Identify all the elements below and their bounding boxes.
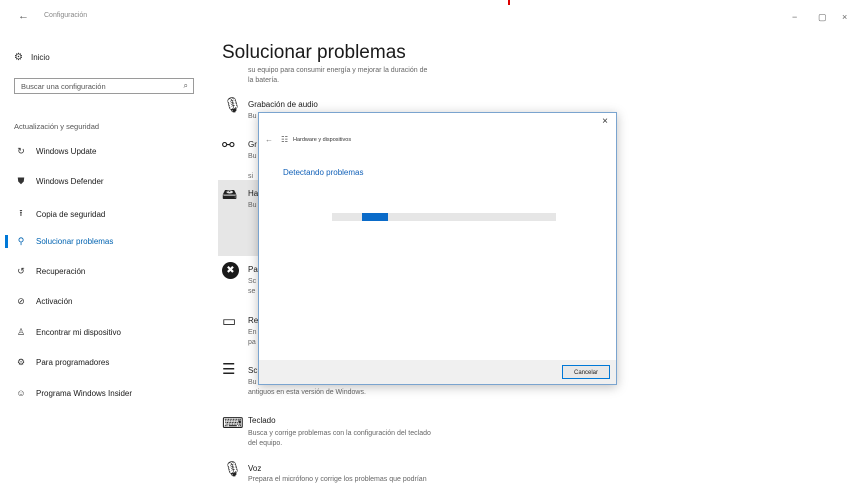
video-icon: ▭	[222, 313, 237, 330]
microphone-icon: 🎙	[223, 97, 243, 114]
microphone-icon: 🎙	[223, 461, 243, 478]
description-line: si	[248, 173, 254, 180]
dialog-title: Hardware y dispositivos	[293, 137, 352, 143]
nav-home[interactable]: ⚙ Inicio	[14, 52, 50, 63]
keyboard-icon: ⌨	[222, 415, 244, 432]
maximize-button[interactable]: ▢	[818, 12, 827, 23]
progress-indicator	[362, 213, 388, 221]
list-item-title[interactable]: Gr	[248, 140, 257, 149]
sidebar-item-label: Copia de seguridad	[36, 209, 106, 219]
sidebar-item-label: Encontrar mi dispositivo	[36, 328, 121, 337]
blocked-icon: ✖	[222, 262, 239, 279]
list-icon: ☰	[222, 361, 236, 378]
description-line: se	[248, 288, 256, 295]
page-title: Solucionar problemas	[222, 42, 406, 63]
title-bar: ← Configuración − ▢ ×	[0, 0, 857, 34]
description-line: la batería.	[248, 77, 280, 84]
list-item-title[interactable]: Ha	[248, 189, 258, 198]
description-line	[248, 162, 257, 172]
progress-bar	[332, 213, 556, 221]
list-item-title[interactable]: Grabación de audio	[248, 100, 318, 109]
section-title: Actualización y seguridad	[14, 122, 100, 131]
list-item-desc: Bu si	[248, 152, 257, 182]
description-line: del equipo.	[248, 440, 283, 447]
sidebar-item-label: Windows Update	[36, 147, 97, 156]
back-arrow-icon[interactable]: ←	[18, 10, 29, 22]
list-item-desc: En pa	[248, 328, 257, 348]
minimize-button[interactable]: −	[792, 12, 797, 22]
dialog-close-button[interactable]: ×	[602, 116, 608, 127]
sidebar-item-label: Windows Defender	[36, 177, 104, 186]
sidebar-item-windows-defender[interactable]: ⛊ Windows Defender	[14, 176, 104, 187]
developer-icon: ⚙	[16, 357, 26, 367]
sidebar-item-insider[interactable]: ☺ Programa Windows Insider	[14, 388, 132, 398]
description-line: pa	[248, 339, 256, 346]
sidebar-item-label: Para programadores	[36, 358, 110, 367]
dialog-footer: Cancelar	[259, 360, 616, 384]
description-line: Busca y corrige problemas con la configu…	[248, 430, 431, 437]
list-item-title[interactable]: Sc	[248, 366, 257, 375]
troubleshooter-app-icon: ☷	[281, 135, 289, 144]
network-icon: ⚯	[222, 137, 235, 154]
sidebar-item-developers[interactable]: ⚙ Para programadores	[14, 357, 109, 368]
backup-icon: ⭱	[19, 208, 23, 218]
partial-description: su equipo para consumir energía y mejora…	[248, 66, 427, 86]
hardware-icon: 🖴	[222, 186, 238, 203]
description-line: Sc	[248, 278, 257, 285]
insider-icon: ☺	[16, 388, 26, 398]
list-item-desc: Busca y corrige problemas con la configu…	[248, 429, 431, 449]
list-item-desc: Prepara el micrófono y corrige los probl…	[248, 476, 427, 483]
sidebar-item-recovery[interactable]: ↺ Recuperación	[14, 266, 85, 277]
sidebar-item-activation[interactable]: ⊘ Activación	[14, 296, 72, 307]
list-item-desc: Bu	[248, 202, 257, 209]
search-input[interactable]: Buscar una configuración ⌕	[14, 78, 194, 94]
active-indicator	[5, 235, 8, 248]
sidebar-item-backup[interactable]: ⭱ Copia de seguridad	[14, 206, 105, 222]
list-item-title[interactable]: Pa	[248, 265, 258, 274]
list-item-title[interactable]: Teclado	[248, 416, 276, 425]
nav-home-label: Inicio	[30, 53, 50, 62]
person-pin-icon: ♙	[16, 327, 26, 337]
list-item-desc: Sc se	[248, 277, 256, 297]
sidebar-item-label: Recuperación	[36, 267, 86, 276]
red-marker	[508, 0, 510, 5]
sidebar-item-find-device[interactable]: ♙ Encontrar mi dispositivo	[14, 327, 121, 338]
window-title: Configuración	[44, 12, 88, 19]
check-circle-icon: ⊘	[17, 296, 25, 306]
dialog-back-icon[interactable]: ←	[265, 135, 273, 144]
search-icon[interactable]: ⌕	[184, 81, 188, 91]
sidebar-item-label: Solucionar problemas	[36, 237, 114, 246]
description-line: Bu	[248, 153, 257, 160]
cancel-button[interactable]: Cancelar	[562, 365, 610, 379]
search-placeholder: Buscar una configuración	[21, 82, 106, 91]
description-line: antiguos en esta versión de Windows.	[248, 389, 366, 396]
refresh-icon: ↻	[17, 146, 25, 156]
shield-icon: ⛊	[17, 176, 25, 186]
sidebar-item-label: Activación	[36, 297, 73, 306]
history-icon: ↺	[17, 266, 25, 276]
gear-icon: ⚙	[14, 52, 23, 63]
dialog-status: Detectando problemas	[283, 168, 364, 177]
list-item-desc: Bu	[248, 113, 257, 120]
list-item-title[interactable]: Voz	[248, 464, 261, 473]
wrench-icon: ⚲	[17, 236, 25, 246]
troubleshooter-dialog: × ← ☷ Hardware y dispositivos Detectando…	[258, 112, 617, 385]
list-item-title[interactable]: Re	[248, 316, 258, 325]
close-window-button[interactable]: ×	[842, 12, 847, 22]
description-line: su equipo para consumir energía y mejora…	[248, 67, 428, 74]
sidebar-item-label: Programa Windows Insider	[36, 388, 133, 398]
sidebar-item-windows-update[interactable]: ↻ Windows Update	[14, 146, 96, 157]
sidebar-item-troubleshoot[interactable]: ⚲ Solucionar problemas	[14, 236, 114, 247]
description-line: En	[248, 329, 257, 336]
